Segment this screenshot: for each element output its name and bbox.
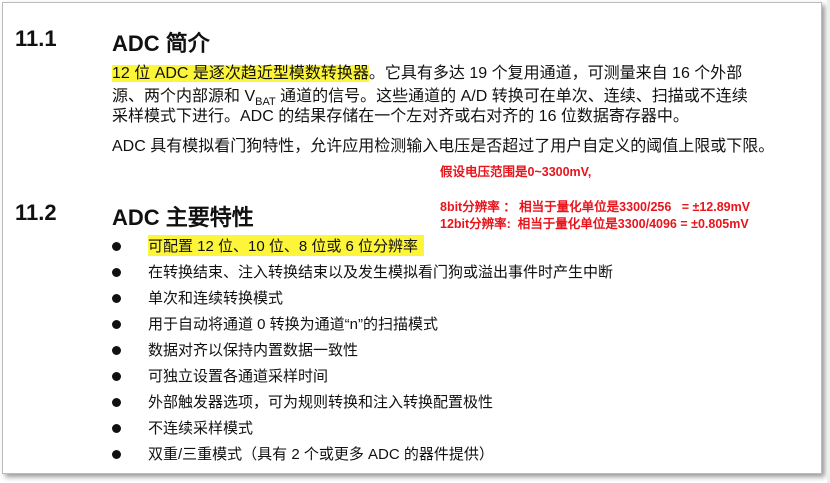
list-item: 不连续采样模式 (148, 420, 254, 437)
section-title: ADC 简介 (112, 31, 210, 56)
paragraph-line: 采样模式下进行。ADC 的结果存储在一个左对齐或右对齐的 16 位数据寄存器中。 (112, 108, 689, 125)
text: 。它具有多达 19 个复用通道，可测量来自 16 个外部 (368, 65, 743, 82)
bullet-icon (112, 346, 121, 355)
list-item: 数据对齐以保持内置数据一致性 (148, 342, 359, 359)
section-number: 11.2 (15, 200, 57, 225)
list-item: 外部触发器选项，可为规则转换和注入转换配置极性 (148, 394, 494, 411)
bullet-icon (112, 450, 121, 459)
paragraph-line: 12 位 ADC 是逐次趋近型模数转换器。它具有多达 19 个复用通道，可测量来… (112, 63, 742, 85)
bullet-icon (112, 372, 121, 381)
bullet-icon (112, 398, 121, 407)
bullet-icon (112, 320, 121, 329)
bullet-icon (112, 242, 121, 251)
list-item: 单次和连续转换模式 (148, 290, 284, 307)
annotation-12bit: 12bit分辨率: 相当于量化单位是3300/4096 = ±0.805mV (440, 217, 749, 231)
list-item: 可独立设置各通道采样时间 (148, 368, 329, 385)
list-item: 双重/三重模式（具有 2 个或更多 ADC 的器件提供） (148, 446, 494, 463)
section-title: ADC 主要特性 (112, 205, 254, 230)
highlighted-text: 12 位 ADC 是逐次趋近型模数转换器 (112, 65, 369, 82)
text: 源、两个内部源和 V (112, 88, 256, 105)
section-number: 11.1 (15, 26, 57, 51)
paragraph: ADC 具有模拟看门狗特性，允许应用检测输入电压是否超过了用户自定义的阈值上限或… (112, 138, 775, 155)
bullet-icon (112, 268, 121, 277)
text: 通道的信号。这些通道的 A/D 转换可在单次、连续、扫描或不连续 (275, 88, 748, 105)
list-item: 用于自动将通道 0 转换为通道“n”的扫描模式 (148, 316, 439, 333)
annotation-range: 假设电压范围是0~3300mV, (440, 165, 592, 179)
bullet-icon (112, 424, 121, 433)
bullet-icon (112, 294, 121, 303)
list-item: 可配置 12 位、10 位、8 位或 6 位分辨率 (148, 235, 425, 256)
list-item: 在转换结束、注入转换结束以及发生模拟看门狗或溢出事件时产生中断 (148, 264, 614, 281)
